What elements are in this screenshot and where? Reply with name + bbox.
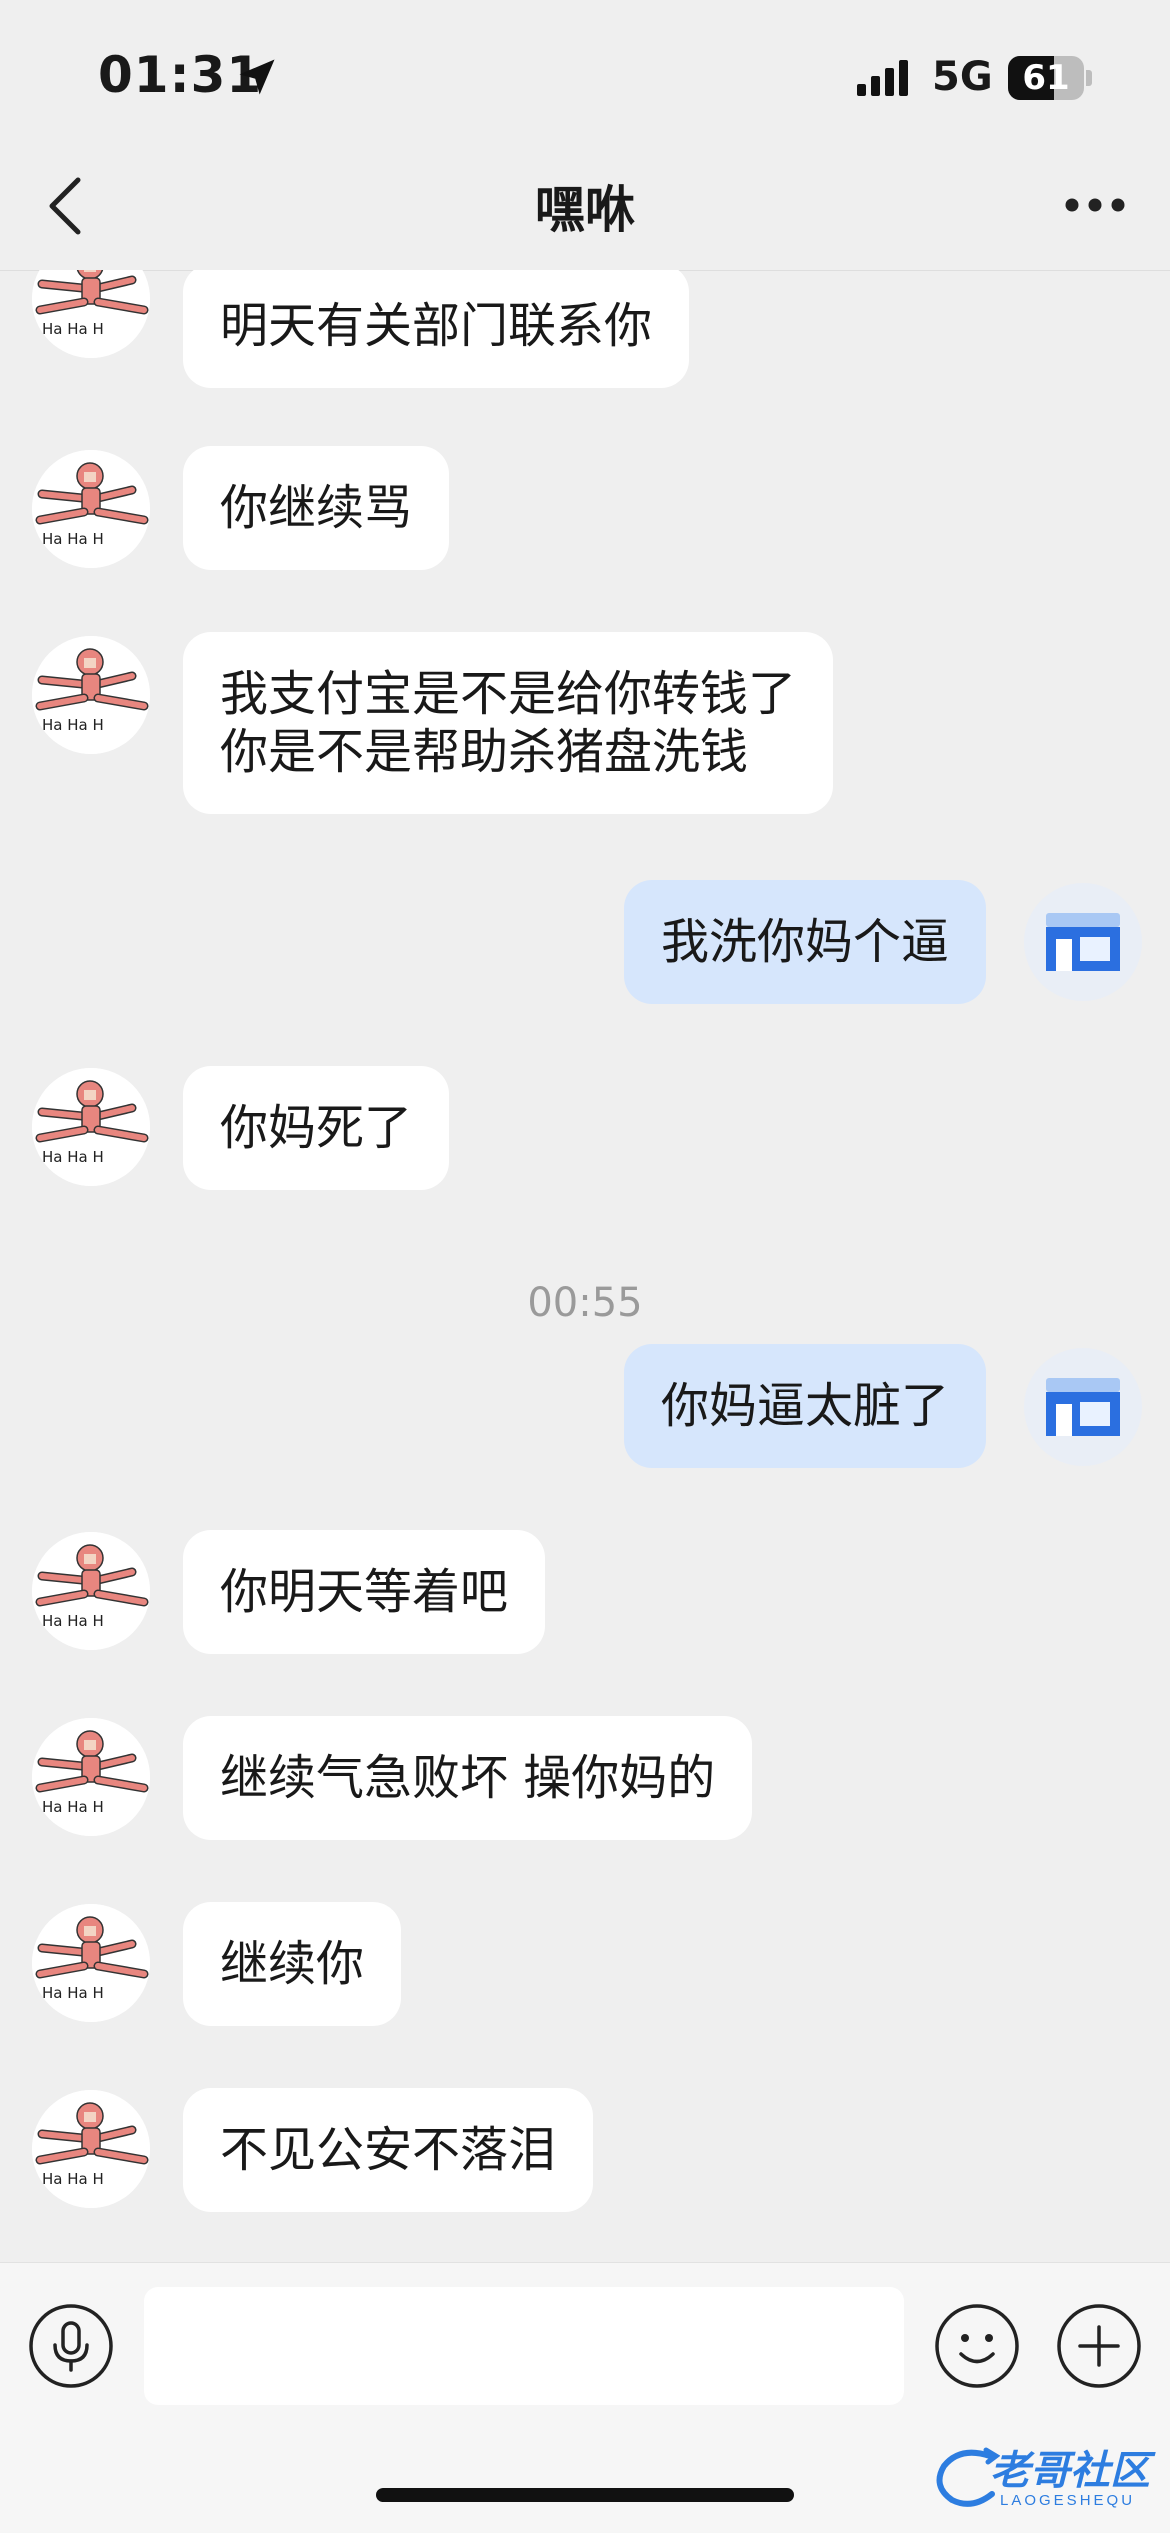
watermark-title: 老哥社区 bbox=[990, 2448, 1150, 2494]
avatar-text: Ha Ha H bbox=[42, 1612, 104, 1630]
contact-avatar[interactable]: Ha Ha H bbox=[32, 1904, 150, 2022]
add-attachment-button[interactable] bbox=[1056, 2303, 1142, 2389]
message-bubble-incoming[interactable]: 你明天等着吧 bbox=[183, 1530, 546, 1654]
message-input[interactable] bbox=[144, 2287, 904, 2405]
contact-avatar-icon: Ha Ha H bbox=[32, 2090, 150, 2208]
more-options-button[interactable] bbox=[1060, 180, 1130, 230]
contact-avatar[interactable]: Ha Ha H bbox=[32, 450, 150, 568]
contact-avatar-icon: Ha Ha H bbox=[32, 1068, 150, 1186]
battery-icon: 61 bbox=[1008, 56, 1092, 100]
avatar-text: Ha Ha H bbox=[42, 716, 104, 734]
avatar-text: Ha Ha H bbox=[42, 1148, 104, 1166]
voice-input-button[interactable] bbox=[28, 2303, 114, 2389]
home-indicator[interactable] bbox=[376, 2488, 794, 2502]
watermark-subtitle: LAOGESHEQU bbox=[1000, 2492, 1136, 2509]
contact-avatar-icon: Ha Ha H bbox=[32, 1532, 150, 1650]
contact-avatar[interactable]: Ha Ha H bbox=[32, 2090, 150, 2208]
message-bubble-outgoing[interactable]: 我洗你妈个逼 bbox=[623, 880, 986, 1004]
contact-avatar[interactable]: Ha Ha H bbox=[32, 1068, 150, 1186]
status-bar: 01:31 5G 61 bbox=[0, 0, 1170, 140]
cellular-signal-icon bbox=[857, 60, 908, 96]
watermark-logo: 老哥社区 LAOGESHEQU bbox=[930, 2436, 1166, 2526]
contact-avatar[interactable]: Ha Ha H bbox=[32, 1718, 150, 1836]
message-bubble-incoming[interactable]: 明天有关部门联系你 bbox=[183, 270, 690, 388]
message-timestamp: 00:55 bbox=[527, 1280, 643, 1326]
avatar-text: Ha Ha H bbox=[42, 1798, 104, 1816]
avatar-text: Ha Ha H bbox=[42, 530, 104, 548]
message-bubble-incoming[interactable]: 不见公安不落泪 bbox=[183, 2088, 594, 2212]
avatar-text: Ha Ha H bbox=[42, 320, 104, 338]
contact-avatar-icon: Ha Ha H bbox=[32, 636, 150, 754]
network-type: 5G bbox=[932, 54, 993, 100]
contact-avatar[interactable]: Ha Ha H bbox=[32, 636, 150, 754]
message-bubble-incoming[interactable]: 你妈死了 bbox=[183, 1066, 450, 1190]
message-bubble-incoming[interactable]: 继续你 bbox=[183, 1902, 402, 2026]
contact-avatar-icon: Ha Ha H bbox=[32, 270, 150, 358]
emoji-button[interactable] bbox=[934, 2303, 1020, 2389]
battery-percent: 61 bbox=[1022, 58, 1070, 98]
avatar-text: Ha Ha H bbox=[42, 1984, 104, 2002]
message-bubble-incoming[interactable]: 继续气急败坏 操你妈的 bbox=[183, 1716, 753, 1840]
location-arrow-icon bbox=[239, 59, 275, 95]
avatar-text: Ha Ha H bbox=[42, 2170, 104, 2188]
self-avatar[interactable] bbox=[1024, 1348, 1142, 1466]
contact-avatar-icon: Ha Ha H bbox=[32, 1718, 150, 1836]
self-avatar[interactable] bbox=[1024, 883, 1142, 1001]
contact-avatar[interactable]: Ha Ha H bbox=[32, 270, 150, 358]
message-bubble-outgoing[interactable]: 你妈逼太脏了 bbox=[623, 1344, 986, 1468]
message-list[interactable]: Ha Ha H 明天有关部门联系你 Ha Ha H 你继续骂 Ha Ha H 我… bbox=[0, 270, 1170, 2260]
shop-icon bbox=[1046, 1378, 1120, 1436]
contact-avatar[interactable]: Ha Ha H bbox=[32, 1532, 150, 1650]
contact-avatar-icon: Ha Ha H bbox=[32, 1904, 150, 2022]
chat-title: 嘿咻 bbox=[535, 181, 635, 239]
shop-icon bbox=[1046, 913, 1120, 971]
chat-header: 嘿咻 bbox=[0, 140, 1170, 271]
message-bubble-incoming[interactable]: 我支付宝是不是给你转钱了 你是不是帮助杀猪盘洗钱 bbox=[183, 632, 834, 814]
contact-avatar-icon: Ha Ha H bbox=[32, 450, 150, 568]
message-bubble-incoming[interactable]: 你继续骂 bbox=[183, 446, 450, 570]
